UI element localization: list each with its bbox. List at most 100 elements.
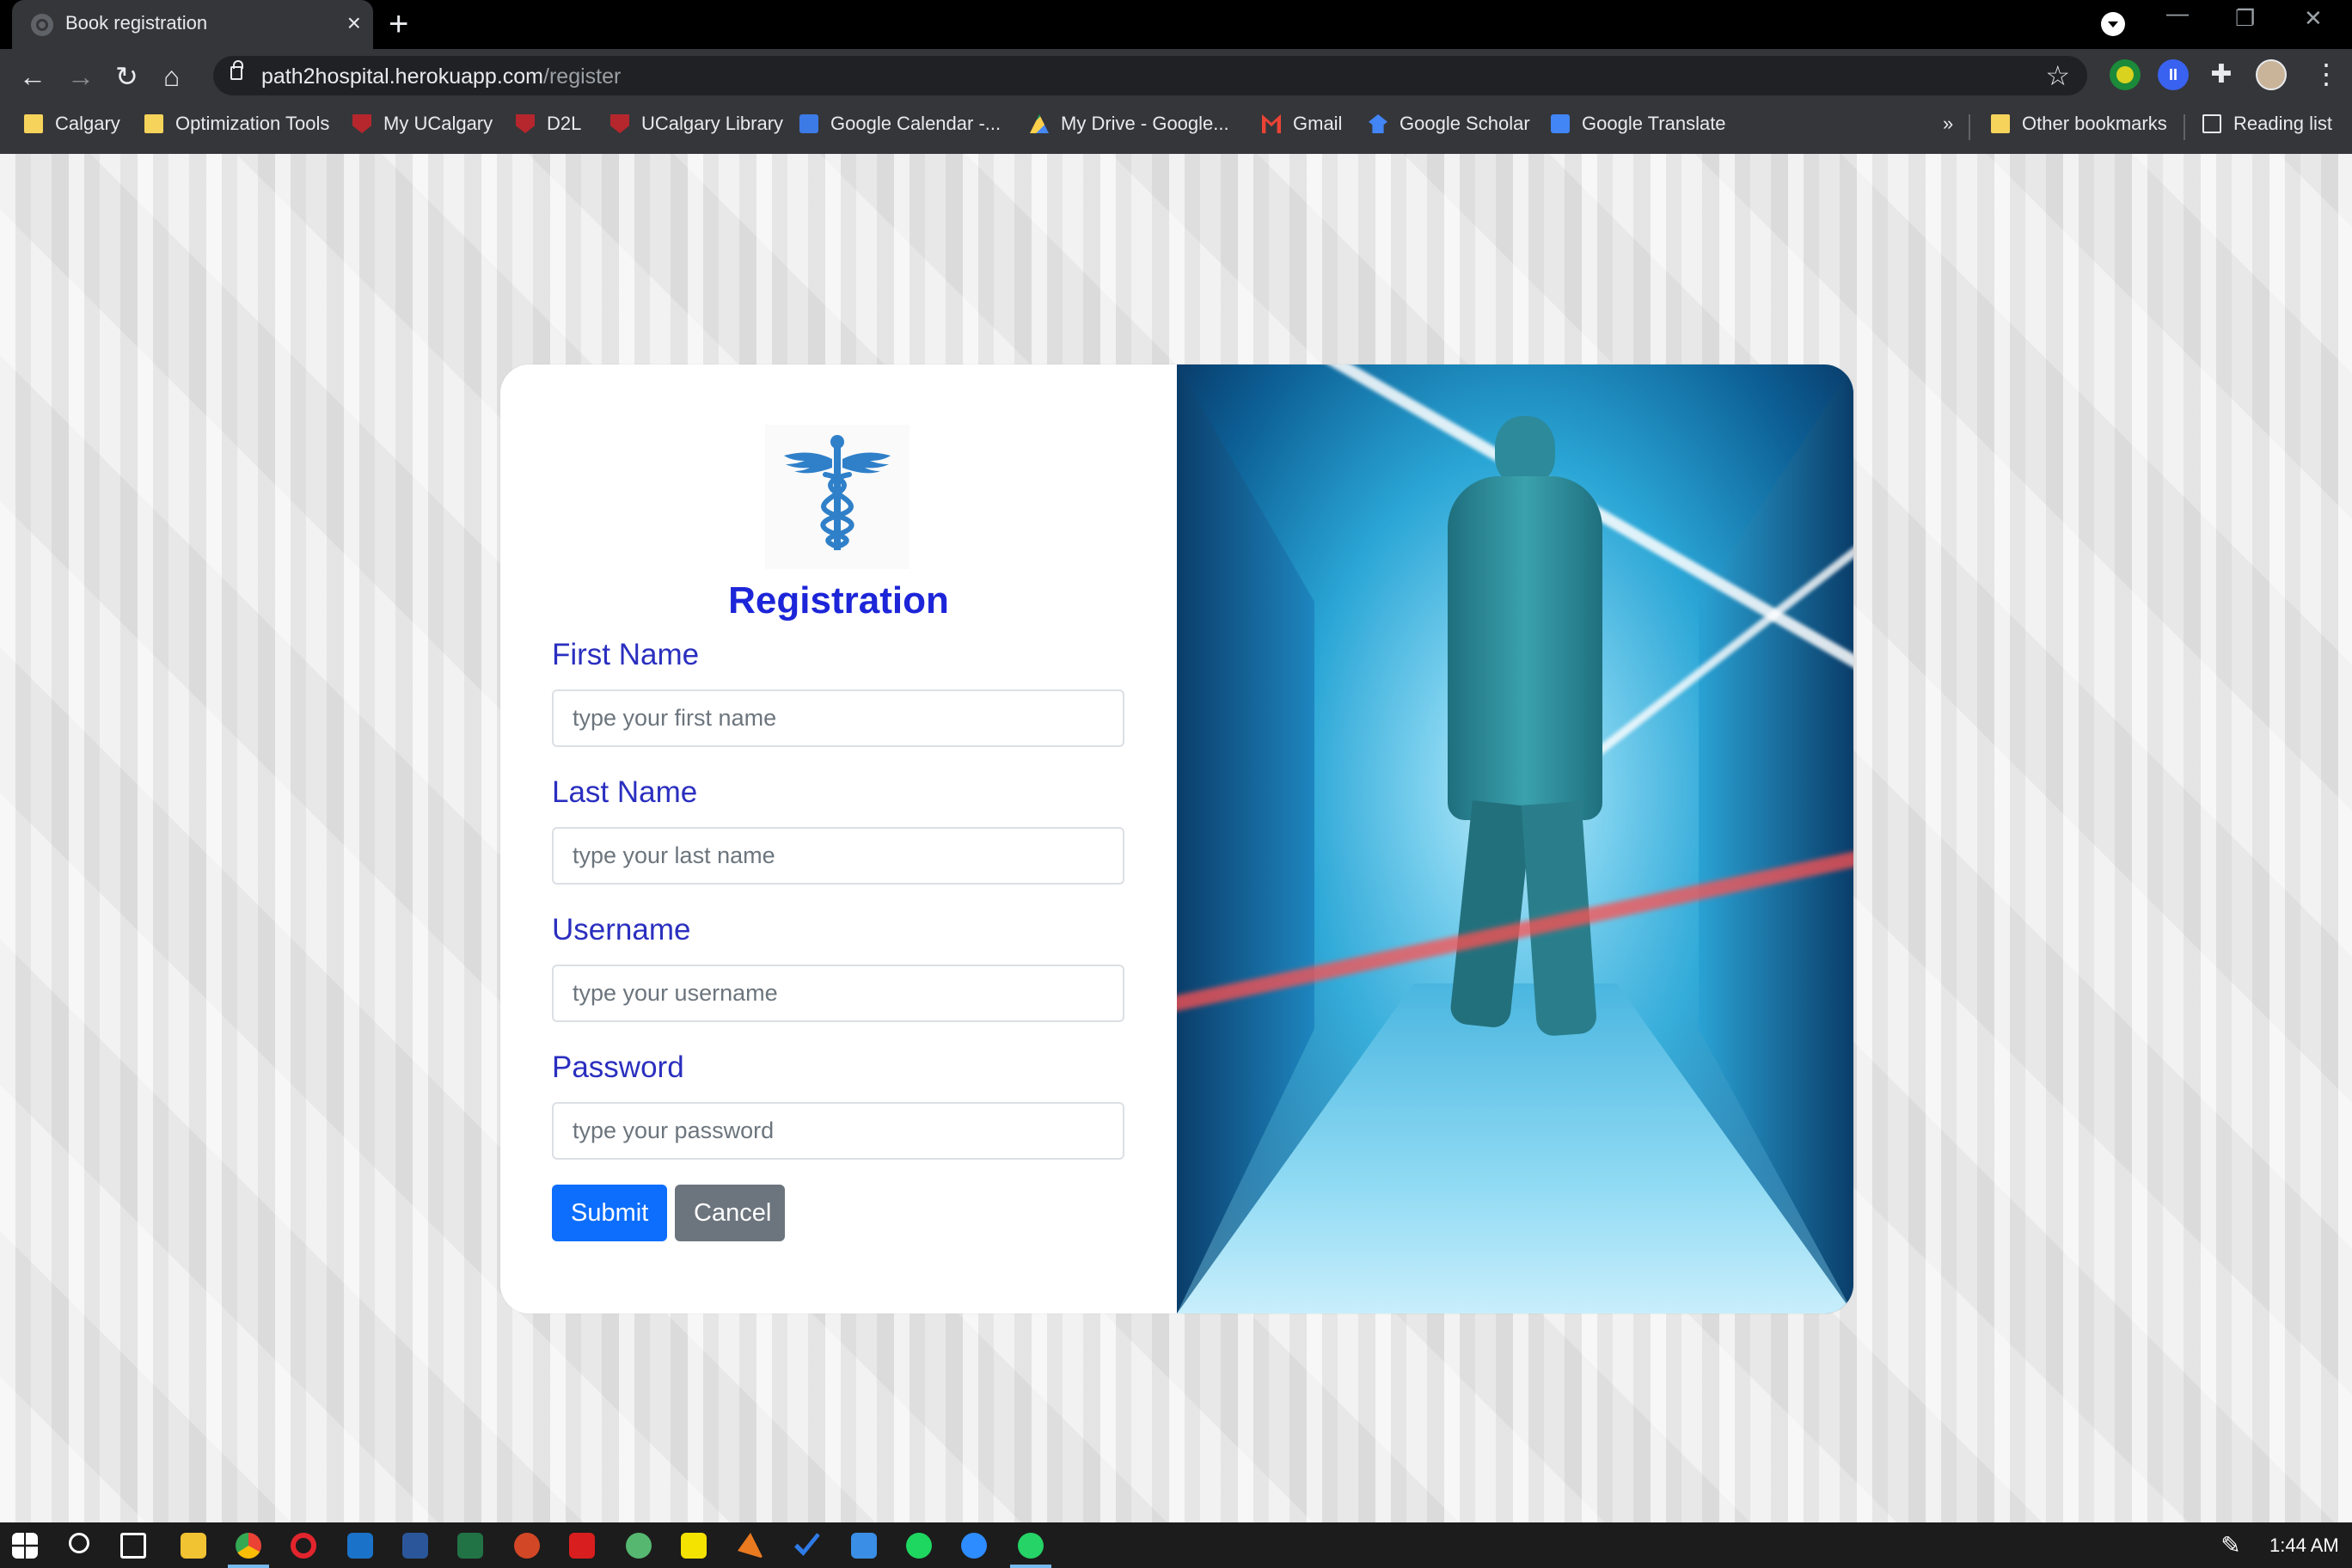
pause-extension-icon[interactable]: II xyxy=(2158,59,2189,90)
google-calendar-icon xyxy=(799,114,818,133)
registration-form: Registration First Name Last Name Userna… xyxy=(500,364,1177,1314)
pen-icon[interactable]: ✎ xyxy=(2218,1533,2244,1559)
submit-button[interactable]: Submit xyxy=(552,1185,667,1241)
word-icon[interactable] xyxy=(402,1533,428,1559)
gmail-icon xyxy=(1262,114,1281,133)
bookmark-calgary[interactable]: Calgary xyxy=(24,113,120,135)
bookmark-label: My UCalgary xyxy=(383,113,493,134)
cancel-button[interactable]: Cancel xyxy=(675,1185,785,1241)
bookmark-label: Google Scholar xyxy=(1400,113,1530,134)
browser-tab-strip: Book registration × + — ❐ ✕ xyxy=(0,0,2352,49)
first-name-label: First Name xyxy=(552,638,700,671)
acrobat-icon[interactable] xyxy=(569,1533,595,1559)
zoom-icon[interactable] xyxy=(961,1533,987,1559)
url-host: path2hospital.herokuapp.com xyxy=(261,64,544,89)
last-name-field[interactable] xyxy=(552,827,1124,885)
folder-icon xyxy=(24,114,43,133)
doctor-head xyxy=(1495,416,1555,485)
puzzle-extensions-icon[interactable]: ✚ xyxy=(2206,59,2237,90)
pycharm-icon[interactable] xyxy=(681,1533,707,1559)
tab-title: Book registration xyxy=(65,12,208,34)
bookmark-label: My Drive - Google... xyxy=(1061,113,1229,134)
google-scholar-icon xyxy=(1369,114,1387,133)
profile-avatar[interactable] xyxy=(2256,59,2287,90)
file-explorer-icon[interactable] xyxy=(181,1533,206,1559)
extension-icon[interactable] xyxy=(2110,59,2141,90)
new-tab-button[interactable]: + xyxy=(389,7,408,41)
spotify-icon[interactable] xyxy=(906,1533,932,1559)
browser-toolbar: ← → ↻ ⌂ path2hospital.herokuapp.com/regi… xyxy=(0,49,2352,154)
bookmarks-overflow-chevron[interactable]: » xyxy=(1943,113,1953,135)
username-field[interactable] xyxy=(552,965,1124,1022)
ucalgary-shield-icon xyxy=(610,114,629,133)
kebab-menu-icon[interactable]: ⋮ xyxy=(2312,58,2340,90)
home-icon[interactable]: ⌂ xyxy=(163,61,180,92)
outlook-icon[interactable] xyxy=(347,1533,373,1559)
minimize-button[interactable]: — xyxy=(2166,0,2189,27)
page-title: Registration xyxy=(728,579,949,622)
close-window-button[interactable]: ✕ xyxy=(2304,5,2323,32)
excel-icon[interactable] xyxy=(457,1533,483,1559)
bookmarks-divider xyxy=(1969,114,1970,140)
google-translate-icon xyxy=(1551,114,1570,133)
bookmark-label: Reading list xyxy=(2233,113,2332,134)
bookmarks-divider xyxy=(2184,114,2185,140)
search-icon[interactable] xyxy=(69,1533,89,1553)
system-clock[interactable]: 1:44 AM xyxy=(2269,1534,2339,1557)
first-name-field[interactable] xyxy=(552,689,1124,747)
username-label: Username xyxy=(552,913,691,946)
hospital-corridor-image xyxy=(1177,364,1853,1314)
tab-close-icon[interactable]: × xyxy=(347,10,361,36)
active-app-indicator xyxy=(228,1565,269,1568)
bookmark-my-drive[interactable]: My Drive - Google... xyxy=(1030,113,1229,135)
tab-search-icon[interactable] xyxy=(2101,12,2125,36)
bookmark-label: Google Translate xyxy=(1582,113,1726,134)
task-view-icon[interactable] xyxy=(120,1533,146,1559)
folder-icon xyxy=(1991,114,2010,133)
password-field[interactable] xyxy=(552,1102,1124,1160)
bookmark-google-scholar[interactable]: Google Scholar xyxy=(1369,113,1530,135)
lock-icon[interactable] xyxy=(230,60,243,80)
last-name-label: Last Name xyxy=(552,775,698,809)
doctor-leg xyxy=(1449,800,1533,1029)
reading-list-button[interactable]: Reading list xyxy=(2202,113,2332,135)
bookmark-google-translate[interactable]: Google Translate xyxy=(1551,113,1726,135)
active-app-indicator xyxy=(1010,1565,1051,1568)
ucalgary-shield-icon xyxy=(516,114,535,133)
bookmark-d2l[interactable]: D2L xyxy=(516,113,581,135)
chrome-icon[interactable] xyxy=(236,1533,261,1559)
globe-icon xyxy=(31,14,53,36)
back-arrow-icon[interactable]: ← xyxy=(19,61,46,92)
url-text[interactable]: path2hospital.herokuapp.com/register xyxy=(261,64,621,89)
bookmark-label: Other bookmarks xyxy=(2022,113,2167,134)
app-icon[interactable] xyxy=(851,1533,877,1559)
address-bar[interactable]: path2hospital.herokuapp.com/register ☆ xyxy=(213,56,2087,95)
tab-book-registration[interactable]: Book registration × xyxy=(12,0,373,49)
reading-list-icon xyxy=(2202,114,2221,133)
forward-arrow-icon[interactable]: → xyxy=(67,61,95,92)
matlab-icon[interactable] xyxy=(738,1533,763,1559)
todo-check-icon[interactable] xyxy=(794,1533,820,1556)
bookmark-gmail[interactable]: Gmail xyxy=(1262,113,1342,135)
whatsapp-icon[interactable] xyxy=(1018,1533,1044,1559)
bookmark-google-calendar[interactable]: Google Calendar -... xyxy=(799,113,1001,135)
windows-taskbar: ✎ 1:44 AM xyxy=(0,1522,2352,1568)
bookmark-label: Gmail xyxy=(1293,113,1343,134)
bookmark-my-ucalgary[interactable]: My UCalgary xyxy=(352,113,493,135)
reload-icon[interactable]: ↻ xyxy=(115,61,138,92)
doctor-body xyxy=(1448,476,1602,820)
registration-card: Registration First Name Last Name Userna… xyxy=(500,364,1853,1314)
opera-icon[interactable] xyxy=(291,1533,316,1559)
restore-button[interactable]: ❐ xyxy=(2235,5,2255,32)
powerpoint-icon[interactable] xyxy=(514,1533,540,1559)
bookmarks-bar: Calgary Optimization Tools My UCalgary D… xyxy=(0,101,2352,154)
bookmark-star-icon[interactable]: ☆ xyxy=(2045,59,2070,92)
bookmark-label: UCalgary Library xyxy=(641,113,784,134)
bookmark-ucalgary-library[interactable]: UCalgary Library xyxy=(610,113,783,135)
app-icon[interactable] xyxy=(626,1533,652,1559)
bookmark-other-bookmarks[interactable]: Other bookmarks xyxy=(1991,113,2167,135)
bookmark-optimization-tools[interactable]: Optimization Tools xyxy=(144,113,329,135)
bookmark-label: Calgary xyxy=(55,113,120,134)
ucalgary-shield-icon xyxy=(352,114,371,133)
windows-start-icon[interactable] xyxy=(12,1533,38,1559)
